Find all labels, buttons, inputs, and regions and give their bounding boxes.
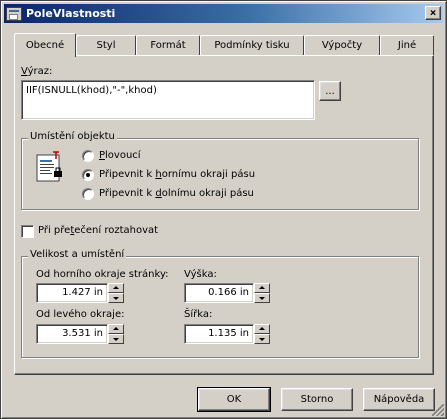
width-stepper[interactable]: 1.135 in — [184, 324, 270, 344]
window-title: PoleVlastnosti — [26, 7, 116, 20]
expression-field[interactable]: IIF(ISNULL(khod),"-",khod) — [21, 80, 315, 120]
expression-label: Výraz: — [21, 66, 53, 77]
placement-floating-label[interactable]: Plovoucí — [99, 150, 141, 161]
title-bar[interactable]: PoleVlastnosti × — [4, 4, 443, 23]
height-input[interactable]: 0.166 in — [184, 283, 254, 303]
tab-strip: Obecné Styl Formát Podmínky tisku Výpočt… — [14, 33, 434, 57]
tab-format[interactable]: Formát — [136, 35, 200, 55]
tab-vypocty[interactable]: Výpočty — [304, 35, 380, 55]
tab-podminky-tisku[interactable]: Podmínky tisku — [200, 35, 304, 55]
width-up-arrow-icon[interactable] — [254, 324, 270, 334]
properties-dialog: PoleVlastnosti × Obecné Styl Formát Podm… — [0, 0, 447, 419]
placement-bottom-radio[interactable] — [82, 188, 94, 200]
width-down-arrow-icon[interactable] — [254, 334, 270, 344]
placement-group: Umístění objektu Plovoucí Připevnit k ho… — [21, 131, 419, 210]
height-down-arrow-icon[interactable] — [254, 293, 270, 303]
resize-grip-icon[interactable] — [432, 404, 444, 416]
left-offset-stepper[interactable]: 3.531 in — [36, 324, 124, 344]
expression-browse-button[interactable]: ... — [319, 81, 341, 101]
tab-panel-obecne: Výraz: IIF(ISNULL(khod),"-",khod) ... Um… — [14, 55, 434, 375]
overflow-stretch-checkbox[interactable] — [21, 225, 34, 238]
tab-jine[interactable]: Jiné — [380, 35, 434, 55]
top-offset-up-arrow-icon[interactable] — [108, 283, 124, 293]
window-icon — [6, 6, 22, 21]
left-offset-up-arrow-icon[interactable] — [108, 324, 124, 334]
left-offset-label: Od levého okraje: — [36, 309, 125, 320]
placement-floating-radio[interactable] — [82, 150, 94, 162]
cancel-button[interactable]: Storno — [281, 388, 353, 411]
tab-obecne[interactable]: Obecné — [14, 33, 76, 57]
top-offset-stepper[interactable]: 1.427 in — [36, 283, 124, 303]
left-offset-down-arrow-icon[interactable] — [108, 334, 124, 344]
overflow-stretch-label[interactable]: Při přetečení roztahovat — [38, 225, 158, 236]
size-position-group-title: Velikost a umístění — [28, 249, 127, 260]
top-offset-down-arrow-icon[interactable] — [108, 293, 124, 303]
width-input[interactable]: 1.135 in — [184, 324, 254, 344]
close-button[interactable]: × — [425, 6, 441, 20]
height-label: Výška: — [184, 269, 217, 280]
width-label: Šířka: — [184, 309, 213, 320]
placement-group-title: Umístění objektu — [28, 131, 117, 142]
top-offset-input[interactable]: 1.427 in — [36, 283, 108, 303]
anchor-object-icon — [36, 151, 62, 182]
height-up-arrow-icon[interactable] — [254, 283, 270, 293]
height-stepper[interactable]: 0.166 in — [184, 283, 270, 303]
placement-bottom-label[interactable]: Připevnit k dolnímu okraji pásu — [99, 188, 254, 199]
placement-top-radio[interactable] — [82, 169, 94, 181]
left-offset-input[interactable]: 3.531 in — [36, 324, 108, 344]
help-button[interactable]: Nápověda — [363, 388, 435, 411]
placement-top-label[interactable]: Připevnit k hornímu okraji pásu — [99, 169, 255, 180]
size-position-group: Velikost a umístění Od horního okraje st… — [21, 249, 419, 358]
ok-button[interactable]: OK — [197, 387, 271, 412]
top-offset-label: Od horního okraje stránky: — [36, 269, 169, 280]
tab-styl[interactable]: Styl — [76, 35, 136, 55]
